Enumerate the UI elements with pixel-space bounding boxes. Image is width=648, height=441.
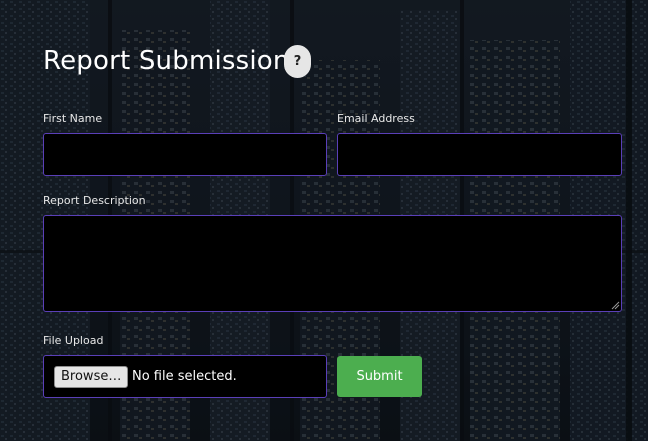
report-description-label: Report Description	[43, 194, 146, 207]
file-status-text: No file selected.	[132, 369, 237, 384]
page-title: Report Submission	[43, 46, 290, 76]
first-name-label: First Name	[43, 112, 103, 125]
browse-button[interactable]: Browse…	[54, 366, 129, 388]
first-name-field[interactable]	[43, 133, 327, 176]
report-description-field[interactable]	[43, 215, 622, 312]
resize-grip-icon[interactable]	[610, 300, 620, 310]
email-field[interactable]	[337, 133, 622, 176]
submit-button[interactable]: Submit	[337, 356, 422, 397]
report-form: Report Submission ? First Name Email Add…	[0, 0, 648, 441]
email-label: Email Address	[337, 112, 415, 125]
help-button[interactable]: ?	[284, 45, 311, 78]
file-upload-label: File Upload	[43, 334, 104, 347]
file-upload-input[interactable]: Browse… No file selected.	[43, 355, 327, 398]
